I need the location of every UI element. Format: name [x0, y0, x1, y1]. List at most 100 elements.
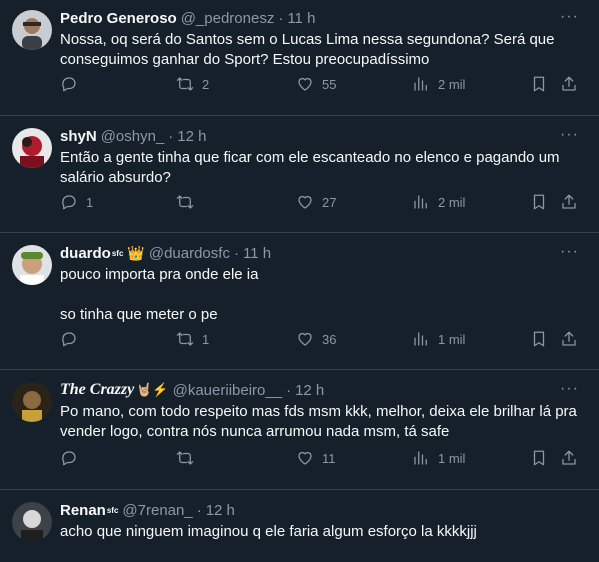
- tweet[interactable]: Pedro Generoso @_pedronesz · 11 h ··· No…: [0, 0, 599, 116]
- retweet-button[interactable]: [176, 193, 202, 211]
- avatar[interactable]: [12, 245, 52, 285]
- share-button[interactable]: [560, 75, 578, 93]
- reply-button[interactable]: 1: [60, 193, 93, 211]
- name-badge: sfc: [106, 505, 119, 515]
- timestamp[interactable]: 12 h: [295, 382, 324, 399]
- bookmark-icon: [530, 449, 548, 467]
- tweet-text: Nossa, oq será do Santos sem o Lucas Lim…: [60, 31, 559, 68]
- more-icon[interactable]: ···: [560, 8, 579, 26]
- share-icon: [560, 75, 578, 93]
- views-count: 2 mil: [438, 76, 466, 92]
- like-icon: [296, 449, 314, 467]
- reply-button[interactable]: [60, 75, 86, 93]
- share-icon: [560, 193, 578, 211]
- share-icon: [560, 330, 578, 348]
- display-name[interactable]: duardo: [60, 245, 111, 262]
- handle[interactable]: @7renan_: [122, 502, 192, 519]
- views-icon: [412, 330, 430, 348]
- handle[interactable]: @oshyn_: [101, 128, 165, 145]
- tweet-text: acho que ninguem imaginou q ele faria al…: [60, 523, 477, 540]
- retweet-icon: [176, 449, 194, 467]
- bookmark-button[interactable]: [530, 330, 548, 348]
- avatar-image: [12, 382, 52, 422]
- like-count: 27: [322, 194, 337, 210]
- retweet-button[interactable]: 2: [176, 75, 209, 93]
- separator: ·: [286, 381, 292, 399]
- like-button[interactable]: 36: [296, 330, 336, 348]
- tweet-text: Então a gente tinha que ficar com ele es…: [60, 149, 564, 186]
- share-button[interactable]: [560, 193, 578, 211]
- bookmark-button[interactable]: [530, 193, 548, 211]
- like-button[interactable]: 27: [296, 193, 336, 211]
- retweet-icon: [176, 75, 194, 93]
- like-icon: [296, 193, 314, 211]
- handle[interactable]: @duardosfc: [149, 245, 230, 262]
- avatar[interactable]: [12, 502, 52, 542]
- retweet-button[interactable]: 1: [176, 330, 209, 348]
- share-icon: [560, 449, 578, 467]
- views-button[interactable]: 2 mil: [412, 193, 465, 211]
- more-icon[interactable]: ···: [560, 380, 579, 398]
- tweet[interactable]: shyN @oshyn_ · 12 h ··· Então a gente ti…: [0, 116, 599, 233]
- avatar-image: [12, 502, 52, 542]
- retweet-icon: [176, 330, 194, 348]
- bookmark-icon: [530, 193, 548, 211]
- like-count: 55: [322, 76, 337, 92]
- handle[interactable]: @kaueriibeiro__: [173, 382, 282, 399]
- avatar-image: [12, 128, 52, 168]
- tweet[interactable]: duardo sfc 👑 @duardosfc · 11 h ··· pouco i…: [0, 233, 599, 370]
- bookmark-button[interactable]: [530, 75, 548, 93]
- like-icon: [296, 75, 314, 93]
- avatar[interactable]: [12, 10, 52, 50]
- timestamp[interactable]: 11 h: [287, 10, 315, 27]
- bookmark-icon: [530, 330, 548, 348]
- retweet-button[interactable]: [176, 449, 202, 467]
- views-button[interactable]: 2 mil: [412, 75, 465, 93]
- timestamp[interactable]: 12 h: [177, 128, 206, 145]
- display-name[interactable]: Renan: [60, 502, 106, 519]
- retweet-count: 2: [202, 76, 210, 92]
- views-button[interactable]: 1 mil: [412, 449, 465, 467]
- tweet-text: Po mano, com todo respeito mas fds msm k…: [60, 403, 582, 440]
- reply-icon: [60, 449, 78, 467]
- views-button[interactable]: 1 mil: [412, 330, 465, 348]
- more-icon[interactable]: ···: [560, 243, 579, 261]
- reply-count: 1: [86, 194, 94, 210]
- tweet[interactable]: Renan sfc @7renan_ · 12 h acho que ningue…: [0, 490, 599, 562]
- like-button[interactable]: 55: [296, 75, 336, 93]
- views-icon: [412, 193, 430, 211]
- display-name[interactable]: shyN: [60, 128, 97, 145]
- reply-icon: [60, 330, 78, 348]
- handle[interactable]: @_pedronesz: [181, 10, 275, 27]
- views-count: 1 mil: [438, 331, 466, 347]
- share-button[interactable]: [560, 330, 578, 348]
- retweet-count: 1: [202, 331, 210, 347]
- bookmark-icon: [530, 75, 548, 93]
- views-count: 2 mil: [438, 194, 466, 210]
- like-count: 11: [322, 450, 336, 466]
- name-emoji: 🤘🏼⚡: [136, 382, 169, 397]
- like-button[interactable]: 11: [296, 449, 336, 467]
- timestamp[interactable]: 12 h: [206, 502, 235, 519]
- more-icon[interactable]: ···: [560, 126, 579, 144]
- separator: ·: [233, 244, 239, 262]
- retweet-icon: [176, 193, 194, 211]
- display-name[interactable]: The Crazzy: [60, 381, 134, 399]
- tweet-text: pouco importa pra onde ele ia so tinha q…: [60, 266, 259, 323]
- timestamp[interactable]: 11 h: [243, 245, 271, 262]
- like-count: 36: [322, 331, 337, 347]
- avatar[interactable]: [12, 128, 52, 168]
- crown-emoji: 👑: [127, 244, 145, 261]
- separator: ·: [278, 9, 284, 27]
- share-button[interactable]: [560, 449, 578, 467]
- reply-icon: [60, 75, 78, 93]
- reply-button[interactable]: [60, 330, 86, 348]
- reply-button[interactable]: [60, 449, 86, 467]
- avatar[interactable]: [12, 382, 52, 422]
- bookmark-button[interactable]: [530, 449, 548, 467]
- display-name[interactable]: Pedro Generoso: [60, 10, 177, 27]
- avatar-image: [12, 10, 52, 50]
- like-icon: [296, 330, 314, 348]
- tweet[interactable]: The Crazzy 🤘🏼⚡ @kaueriibeiro__ · 12 h ···…: [0, 370, 599, 490]
- avatar-image: [12, 245, 52, 285]
